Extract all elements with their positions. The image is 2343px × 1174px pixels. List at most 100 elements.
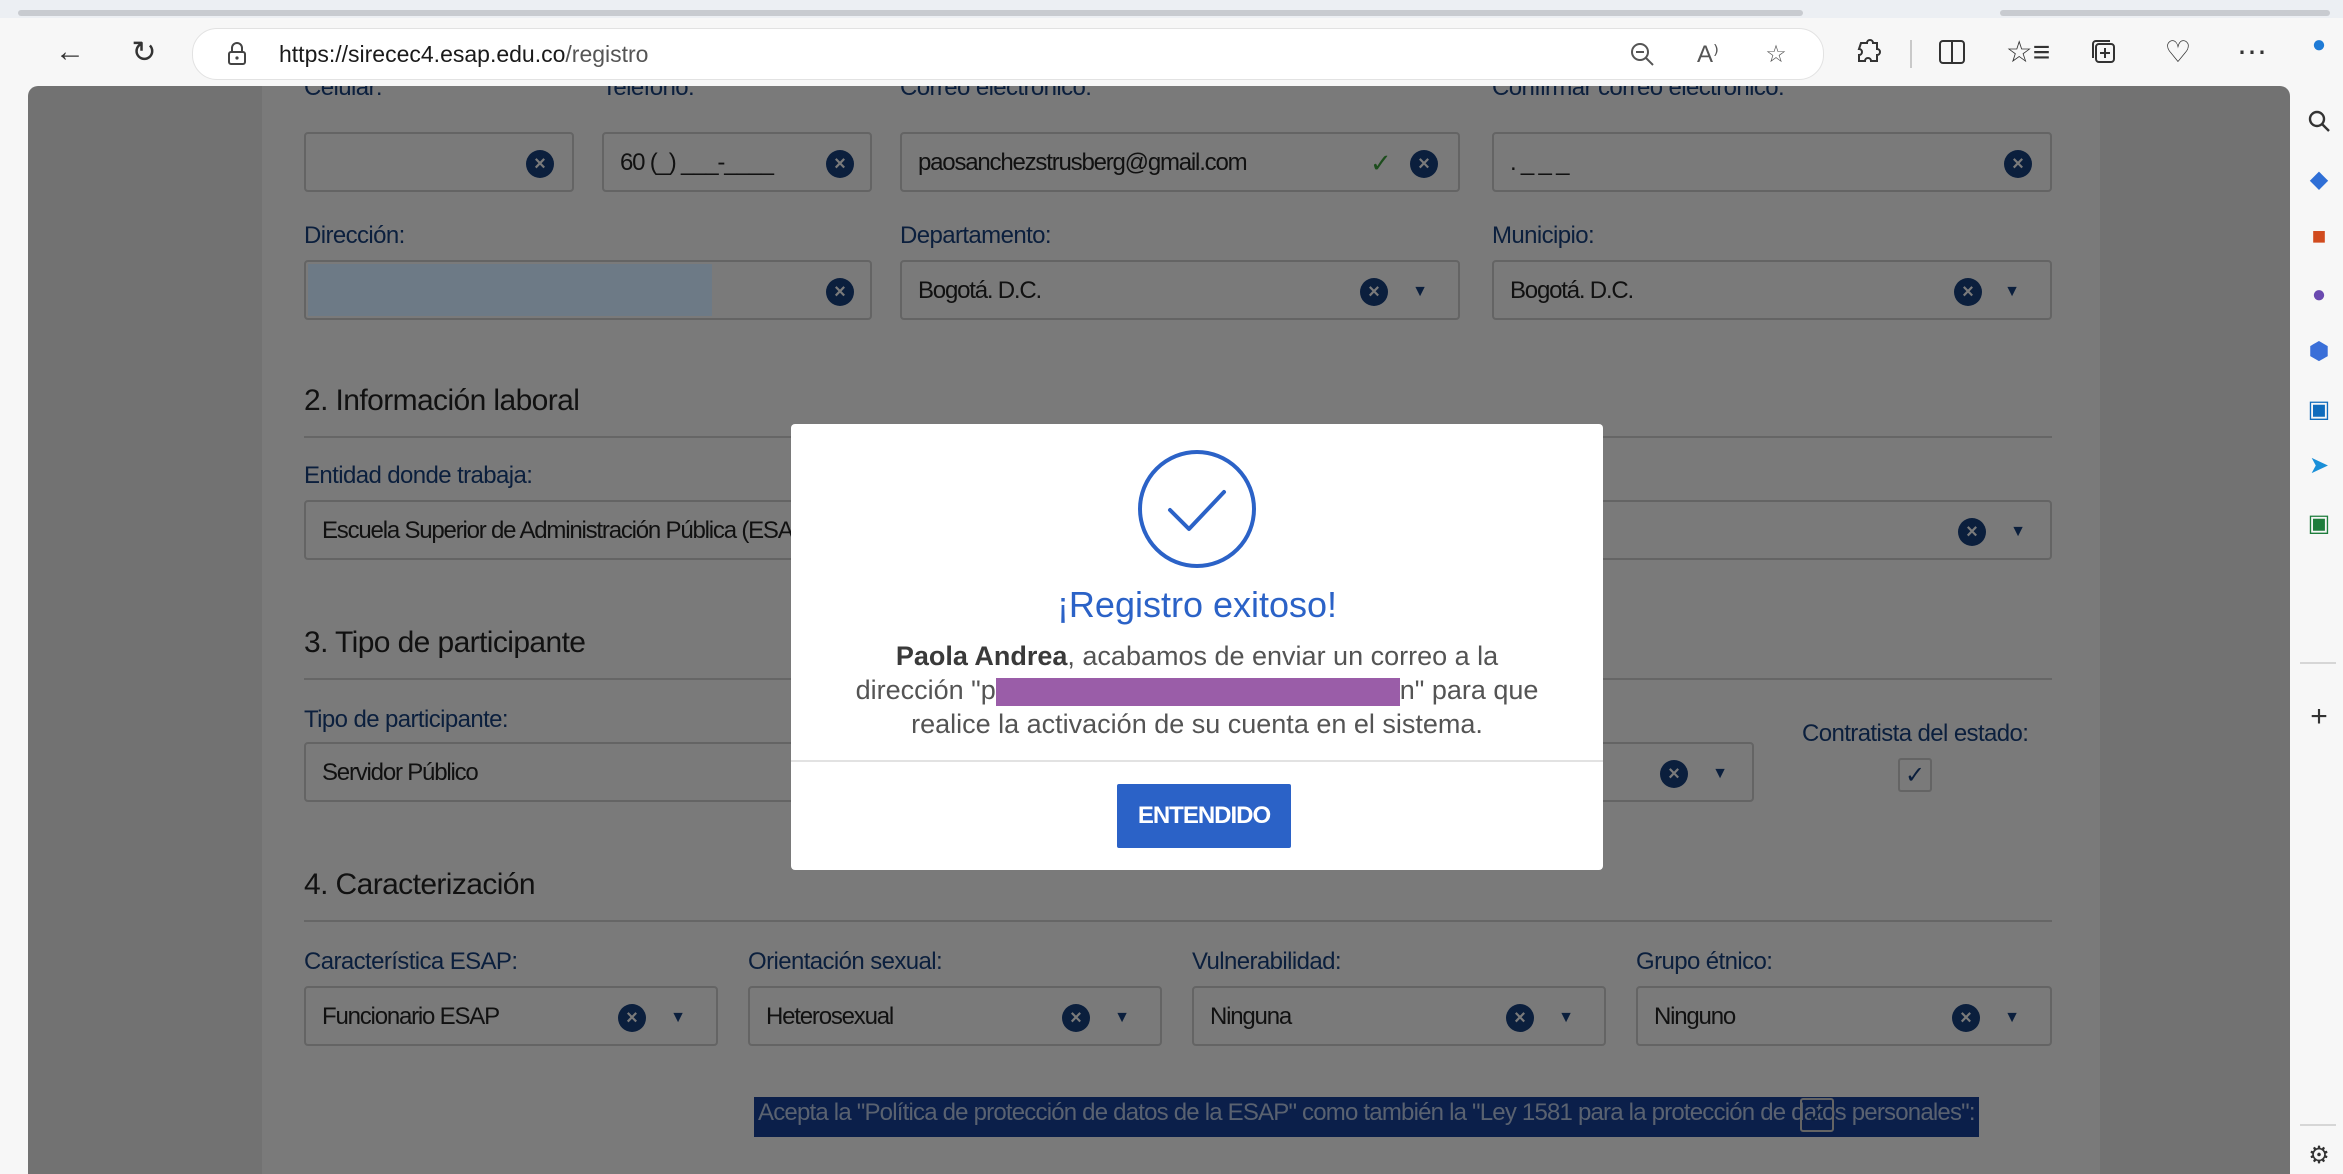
- lock-icon[interactable]: [223, 40, 251, 68]
- url-text[interactable]: https://sirecec4.esap.edu.co/registro: [279, 41, 648, 68]
- redacted-email: [995, 677, 1400, 706]
- sidebar-divider-bottom: [2300, 1124, 2336, 1126]
- toolbar-separator: [1910, 40, 1912, 68]
- shopping-tag-icon[interactable]: ◆: [2302, 162, 2336, 196]
- tab-strip: [0, 0, 2343, 18]
- confirm-email-value: . _ _ _: [1510, 149, 1570, 176]
- office-icon[interactable]: ⬢: [2302, 334, 2336, 368]
- clear-icon[interactable]: ×: [1506, 1004, 1534, 1032]
- back-arrow-icon[interactable]: ←: [44, 26, 96, 78]
- clear-icon[interactable]: ×: [1952, 1004, 1980, 1032]
- ethnic-group-select[interactable]: Ninguno × ▼: [1636, 986, 2052, 1046]
- clear-icon[interactable]: ×: [1958, 518, 1986, 546]
- more-icon[interactable]: ⋯: [2226, 26, 2278, 78]
- outlook-icon[interactable]: ▣: [2302, 392, 2336, 426]
- ethnic-group-value: Ninguno: [1654, 1003, 1736, 1030]
- chevron-down-icon[interactable]: ▼: [1554, 1004, 1578, 1032]
- contractor-label: Contratista del estado:: [1802, 720, 2029, 747]
- section-title-characterization: 4. Caracterización: [304, 868, 536, 901]
- modal-message: Paola Andrea, acabamos de enviar un corr…: [847, 639, 1547, 741]
- chevron-down-icon[interactable]: ▼: [1708, 760, 1732, 788]
- success-modal: ¡Registro exitoso! Paola Andrea, acabamo…: [791, 424, 1603, 870]
- understood-button[interactable]: ENTENDIDO: [1117, 784, 1291, 848]
- esap-characteristic-select[interactable]: Funcionario ESAP × ▼: [304, 986, 718, 1046]
- department-label: Departamento:: [900, 222, 1052, 249]
- clear-icon[interactable]: ×: [526, 150, 554, 178]
- municipality-select[interactable]: Bogotá. D.C. × ▼: [1492, 260, 2052, 320]
- favorites-list-icon[interactable]: ☆≡: [2002, 26, 2054, 78]
- chevron-down-icon[interactable]: ▼: [2000, 1004, 2024, 1032]
- url-host: https://sirecec4.esap.edu.co: [279, 41, 566, 67]
- favorite-star-icon[interactable]: ☆: [1759, 37, 1793, 71]
- clear-icon[interactable]: ×: [1954, 278, 1982, 306]
- modal-title: ¡Registro exitoso!: [1056, 584, 1338, 625]
- entity-label: Entidad donde trabaja:: [304, 462, 533, 489]
- participant-type-value: Servidor Público: [322, 759, 479, 786]
- success-check-icon: [1138, 450, 1256, 568]
- address-field[interactable]: ×: [304, 260, 872, 320]
- chevron-down-icon[interactable]: ▼: [1110, 1004, 1134, 1032]
- ethnic-group-label: Grupo étnico:: [1636, 948, 1773, 975]
- phone-label: Teléfono:: [602, 86, 695, 101]
- people-icon[interactable]: ●: [2302, 278, 2336, 312]
- section-title-participant: 3. Tipo de participante: [304, 626, 586, 659]
- cellular-field[interactable]: ×: [304, 132, 574, 192]
- confirm-email-field[interactable]: . _ _ _ ×: [1492, 132, 2052, 192]
- address-value-redacted: [308, 264, 712, 316]
- copilot-icon[interactable]: ●: [2302, 28, 2336, 62]
- clear-icon[interactable]: ×: [1062, 1004, 1090, 1032]
- sexual-orientation-value: Heterosexual: [766, 1003, 894, 1030]
- esap-characteristic-value: Funcionario ESAP: [322, 1003, 500, 1030]
- settings-icon[interactable]: ⚙: [2302, 1138, 2336, 1172]
- contractor-checkbox[interactable]: ✓: [1898, 758, 1932, 792]
- clear-icon[interactable]: ×: [826, 150, 854, 178]
- tab-strip-bar: [18, 10, 1803, 16]
- vulnerability-label: Vulnerabilidad:: [1192, 948, 1341, 975]
- chevron-down-icon[interactable]: ▼: [2000, 278, 2024, 306]
- send-icon[interactable]: ➤: [2302, 448, 2336, 482]
- extensions-icon[interactable]: [1842, 26, 1894, 78]
- vulnerability-value: Ninguna: [1210, 1003, 1292, 1030]
- clear-icon[interactable]: ×: [826, 278, 854, 306]
- zoom-out-icon[interactable]: [1625, 37, 1659, 71]
- tools-icon[interactable]: ■: [2302, 220, 2336, 254]
- edge-sidebar: ● ◆ ■ ● ⬢ ▣ ➤ ▣ + ⚙: [2292, 31, 2343, 1174]
- entity-value: Escuela Superior de Administración Públi…: [322, 517, 794, 544]
- section-title-laboral: 2. Información laboral: [304, 384, 580, 417]
- valid-check-icon: ✓: [1370, 148, 1392, 178]
- clear-icon[interactable]: ×: [1660, 760, 1688, 788]
- data-policy-checkbox[interactable]: ✓: [1800, 1098, 1834, 1132]
- phone-field[interactable]: 60 (_) ___-____ ×: [602, 132, 872, 192]
- department-select[interactable]: Bogotá. D.C. × ▼: [900, 260, 1460, 320]
- esap-characteristic-label: Característica ESAP:: [304, 948, 518, 975]
- add-icon[interactable]: +: [2302, 700, 2336, 734]
- data-policy-consent-label: Acepta la "Política de protección de dat…: [754, 1097, 1979, 1137]
- address-label: Dirección:: [304, 222, 405, 249]
- search-icon[interactable]: [2302, 104, 2336, 138]
- department-value: Bogotá. D.C.: [918, 277, 1042, 304]
- chevron-down-icon[interactable]: ▼: [666, 1004, 690, 1032]
- address-bar[interactable]: https://sirecec4.esap.edu.co/registro A⁾…: [192, 28, 1824, 80]
- read-aloud-icon[interactable]: A⁾: [1691, 37, 1725, 71]
- consent-text: Acepta la "Política de protección de dat…: [758, 1099, 1970, 1126]
- cellular-label: Celular:: [304, 86, 383, 101]
- clear-icon[interactable]: ×: [1410, 150, 1438, 178]
- browser-essentials-icon[interactable]: ♡: [2152, 26, 2204, 78]
- clear-icon[interactable]: ×: [2004, 150, 2032, 178]
- email-label: Correo electrónico:: [900, 86, 1092, 101]
- refresh-icon[interactable]: ↻: [118, 26, 170, 78]
- excel-icon[interactable]: ▣: [2302, 506, 2336, 540]
- clear-icon[interactable]: ×: [618, 1004, 646, 1032]
- chevron-down-icon[interactable]: ▼: [2006, 518, 2030, 546]
- chevron-down-icon[interactable]: ▼: [1408, 278, 1432, 306]
- collections-icon[interactable]: [2078, 26, 2130, 78]
- email-field[interactable]: paosanchezstrusberg@gmail.com ✓ ×: [900, 132, 1460, 192]
- section-divider: [304, 920, 2052, 922]
- sexual-orientation-select[interactable]: Heterosexual × ▼: [748, 986, 1162, 1046]
- confirm-email-label: Confirmar correo electrónico:: [1492, 86, 1785, 101]
- phone-value: 60 (_) ___-____: [620, 149, 774, 176]
- vulnerability-select[interactable]: Ninguna × ▼: [1192, 986, 1606, 1046]
- clear-icon[interactable]: ×: [1360, 278, 1388, 306]
- split-screen-icon[interactable]: [1926, 26, 1978, 78]
- url-path: /registro: [565, 41, 649, 67]
